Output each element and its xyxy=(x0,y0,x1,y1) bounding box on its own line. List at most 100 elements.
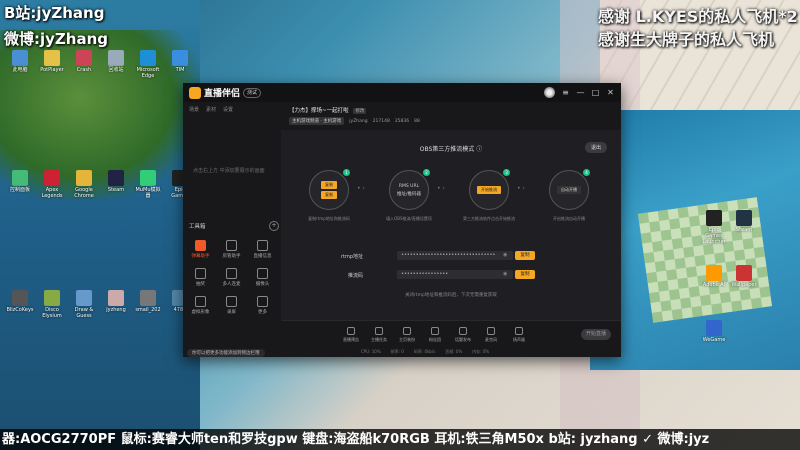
desktop-icon[interactable]: Microsoft Edge xyxy=(134,50,162,79)
arrow-icon: • › xyxy=(517,185,525,192)
sidebar-tip[interactable]: 你可以把更多功能添加到侧边栏哦 xyxy=(187,349,265,357)
desktop-icon[interactable]: Adobe Ai xyxy=(700,265,728,288)
toolbox-item[interactable]: 录屏 xyxy=(216,296,247,320)
desktop-icon[interactable]: Steam xyxy=(102,170,130,193)
desktop-icon[interactable]: 此电脑 xyxy=(6,50,34,73)
desktop-icon[interactable]: Epic Games Launcher xyxy=(700,210,728,245)
desktop-icon[interactable]: 回收站 xyxy=(102,50,130,73)
fan-group-tool[interactable]: 粉丝团 xyxy=(423,327,447,343)
eye-icon[interactable]: ◉ xyxy=(503,271,507,277)
desktop-icon[interactable]: BlizCoKeys xyxy=(6,290,34,313)
room-title-text: 【力杰】撑场~一起打啦 xyxy=(289,108,349,114)
step-label: 自动开播 xyxy=(557,186,581,194)
microphone-tool[interactable]: 麦克风 xyxy=(479,327,503,343)
tool-icon xyxy=(195,240,206,251)
desktop-icons-right: Epic Games Launcher Steam Adobe Ai Wallpape… xyxy=(700,210,760,380)
title-controls: ≡ — □ ✕ xyxy=(544,87,615,98)
copy-key-button[interactable]: 复制 xyxy=(515,270,535,279)
toolbox-item[interactable]: 更多 xyxy=(247,296,278,320)
desktop-icon-label: PotPlayer xyxy=(40,67,64,73)
desktop-icon[interactable]: Draw & Guess xyxy=(70,290,98,319)
live-preview-tool[interactable]: 直播预告 xyxy=(339,327,363,343)
app-icon xyxy=(736,210,752,226)
desktop-icon[interactable]: Wallpaper xyxy=(730,265,758,288)
edit-title-button[interactable]: 修改 xyxy=(353,108,367,114)
category-tag[interactable]: 主机游戏频道 · 主机游戏 xyxy=(289,117,345,125)
rtmp-input[interactable]: •••••••••••••••••••••••••••••••• xyxy=(397,251,513,260)
scene-empty-hint: 点击右上方 中添加要展示的画面 xyxy=(193,168,265,174)
avatar[interactable] xyxy=(544,87,555,98)
desktop-icon[interactable]: Disco Elysium xyxy=(38,290,66,319)
stream-key-label: 推流码 xyxy=(347,273,363,279)
tool-label: 房管助手 xyxy=(222,254,241,259)
app-icon xyxy=(706,320,722,336)
desktop-icon[interactable]: Google Chrome xyxy=(70,170,98,199)
app-icon xyxy=(140,170,156,186)
desktop-icon[interactable]: Apex Legends xyxy=(38,170,66,199)
maximize-button[interactable]: □ xyxy=(591,88,600,97)
toolbox-item[interactable]: 房管助手 xyxy=(216,240,247,264)
eye-icon[interactable]: ◉ xyxy=(503,252,507,258)
rtmp-label: rtmp地址 xyxy=(340,254,363,260)
app-icon xyxy=(76,290,92,306)
stream-key-input[interactable]: •••••••••••••••• xyxy=(397,270,513,279)
homepage-decor-tool[interactable]: 主页装扮 xyxy=(395,327,419,343)
toolbox-item[interactable]: 多人连麦 xyxy=(216,268,247,292)
title-bar[interactable]: 直播伴侣 测试 ≡ — □ ✕ xyxy=(183,83,621,103)
desktop-icons: 此电脑 PotPlayer Crash 回收站 Microsoft Edge TIM 控制面… xyxy=(0,40,200,425)
toolbox-item[interactable]: 弹幕助手 xyxy=(185,240,216,264)
desktop-icon-label: smail_202 xyxy=(135,307,161,313)
desktop-icon[interactable]: smail_202 xyxy=(134,290,162,313)
desktop-icon[interactable]: jyzheng xyxy=(102,290,130,313)
copy-rtmp-button[interactable]: 复制 xyxy=(515,251,535,260)
decor-icon xyxy=(403,327,411,335)
desktop-icon[interactable]: Crash xyxy=(70,50,98,73)
tool-label: 直播信息 xyxy=(253,254,272,259)
desktop-icon[interactable]: Steam xyxy=(730,210,758,233)
desktop-icon[interactable]: TIM xyxy=(166,50,194,73)
toolbox-item[interactable]: 直播信息 xyxy=(247,240,278,264)
minimize-button[interactable]: — xyxy=(576,88,585,97)
toolbox-item[interactable]: 摄像头 xyxy=(247,268,278,292)
menu-icon[interactable]: ≡ xyxy=(561,88,570,97)
tab-source[interactable]: 素材 xyxy=(206,106,216,113)
toolbox-title: 工具箱 xyxy=(189,224,206,230)
version-badge[interactable]: 测试 xyxy=(243,88,262,98)
tool-icon xyxy=(257,296,268,307)
app-logo: 直播伴侣 xyxy=(189,86,240,99)
status-cpu: CPU: 10% xyxy=(361,349,381,354)
toolbox-item[interactable]: 虚拟形象 xyxy=(185,296,216,320)
desktop-icon[interactable]: WeGame xyxy=(700,320,728,343)
topic-tool[interactable]: 话题发布 xyxy=(451,327,475,343)
desktop-icon-label: Steam xyxy=(107,187,125,193)
speaker-icon xyxy=(515,327,523,335)
desktop-icon[interactable]: MuMu模拟器 xyxy=(134,170,162,199)
tool-label: 虚拟形象 xyxy=(191,310,210,315)
status-bar: CPU: 10% 帧率: 0 码率: 0kb/s 丢帧: 0% 内存: 0% xyxy=(361,349,489,355)
start-live-button[interactable]: 开始直播 xyxy=(581,329,611,340)
topic-icon xyxy=(459,327,467,335)
fans-count: 217148 xyxy=(372,118,390,124)
streamer-task-tool[interactable]: 主播任务 xyxy=(367,327,391,343)
tab-settings[interactable]: 设置 xyxy=(223,106,233,113)
close-button[interactable]: ✕ xyxy=(606,88,615,97)
toolbox-item[interactable]: 抽奖 xyxy=(185,268,216,292)
desktop-icon[interactable]: PotPlayer xyxy=(38,50,66,73)
step-3: 3 开始推流 xyxy=(469,169,510,210)
toolbox-add-icon[interactable]: + xyxy=(269,221,279,231)
desktop-icon-label: Wallpaper xyxy=(731,282,757,288)
gear-info-bar: 器:AOCG2770PF 鼠标:赛睿大师ten和罗技gpw 键盘:海盗船k70R… xyxy=(0,429,800,450)
speaker-tool[interactable]: 扬声器 xyxy=(507,327,531,343)
sidebar-tabs: 场景 素材 设置 xyxy=(189,106,233,113)
exit-button[interactable]: 退出 xyxy=(584,142,607,153)
live-companion-window: 直播伴侣 测试 ≡ — □ ✕ 场景 素材 设置 点击右上方 中添加要展示的画面… xyxy=(183,83,621,357)
desktop-icon-label: Steam xyxy=(735,227,753,233)
tool-icon xyxy=(195,296,206,307)
app-icon xyxy=(44,50,60,66)
step-1-desc: 复制rtmp地址和推流码 xyxy=(308,216,350,221)
desktop-icon[interactable]: 控制面板 xyxy=(6,170,34,193)
arrow-icon: • › xyxy=(357,185,365,192)
step-2: 2 RMS URL 推址/推码器 xyxy=(389,169,430,210)
obs-mode-panel: OBS第三方推流模式 ⓘ 退出 1 复制 复制 • › 2 RMS URL 推址… xyxy=(281,130,621,320)
tab-scene[interactable]: 场景 xyxy=(189,106,199,113)
